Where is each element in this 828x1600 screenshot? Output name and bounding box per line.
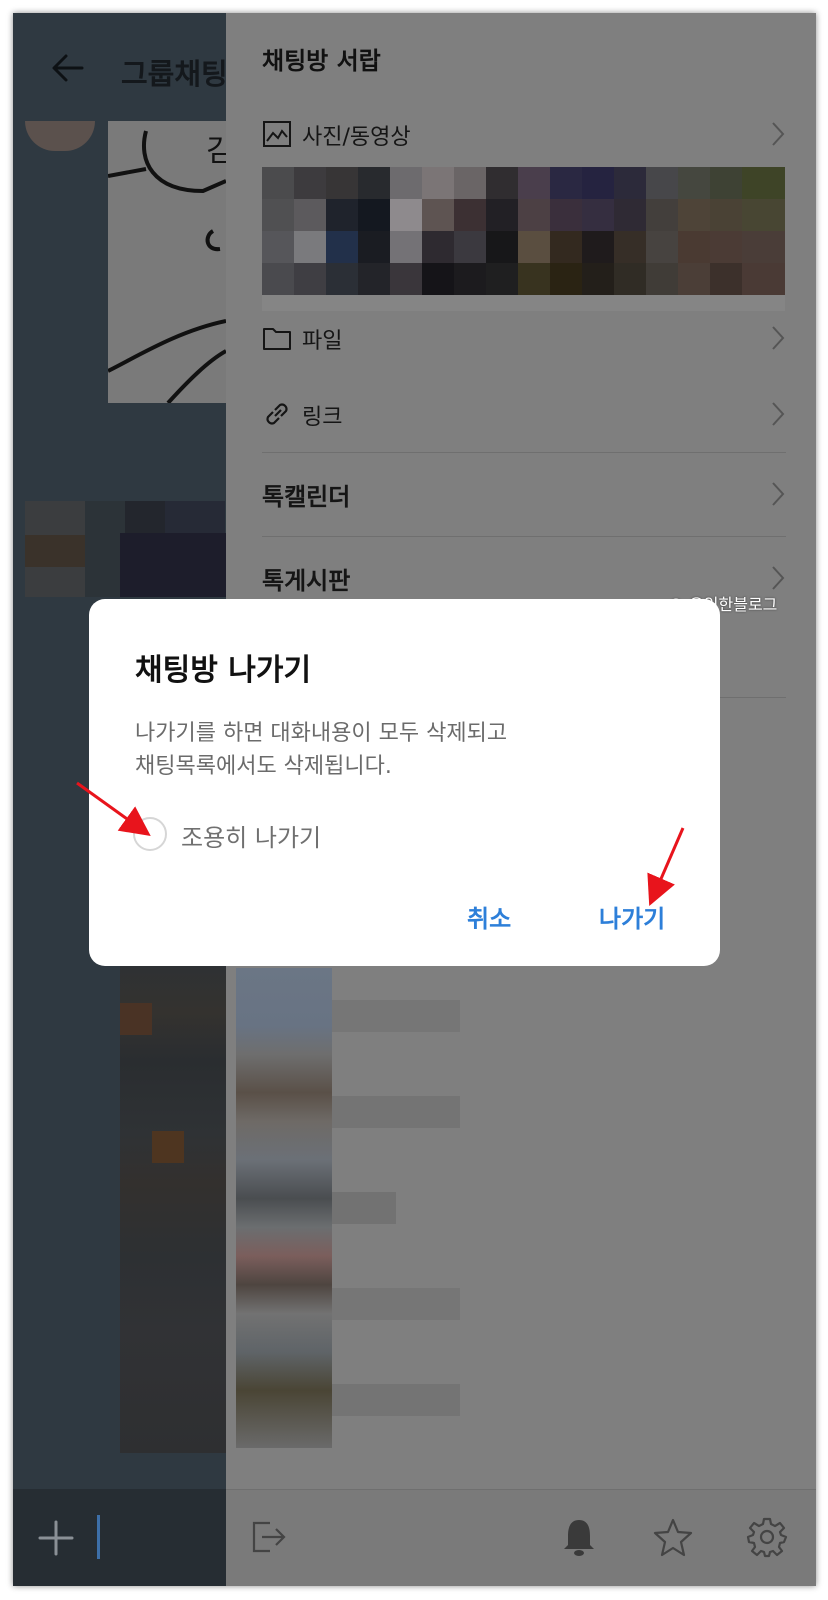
leave-chat-dialog: 채팅방 나가기 나가기를 하면 대화내용이 모두 삭제되고 채팅목록에서도 삭제… [89,599,720,966]
chevron-right-icon [772,482,785,506]
drawer-item-photos[interactable]: 사진/동영상 [262,107,786,163]
chevron-right-icon [772,566,785,590]
blurred-member-list [332,1288,460,1320]
chat-title: 그룹채팅 [121,57,226,91]
chevron-right-icon [772,122,785,146]
dialog-message: 나가기를 하면 대화내용이 모두 삭제되고 채팅목록에서도 삭제됩니다. [135,717,507,783]
drawer-item-label: 파일 [302,329,343,354]
blurred-message [120,533,226,597]
quiet-leave-radio[interactable] [133,817,167,851]
link-icon [266,403,288,425]
cancel-button[interactable]: 취소 [467,899,511,934]
blurred-message [120,963,226,1453]
drawer-bottom-bar [226,1489,816,1586]
image-icon [263,121,291,147]
bell-icon[interactable] [558,1516,600,1558]
dialog-title: 채팅방 나가기 [135,653,312,688]
drawer-item-label: 톡캘린더 [262,483,351,511]
text-cursor[interactable] [97,1515,100,1559]
media-thumbnail-strip[interactable] [262,167,785,311]
drawer-item-talk-calendar[interactable]: 톡캘린더 [262,467,786,523]
avatar[interactable] [25,121,95,151]
dialog-message-line: 채팅목록에서도 삭제됩니다. [135,754,392,779]
leave-button[interactable]: 나가기 [599,899,665,934]
drawer-item-label: 링크 [302,405,343,430]
chat-input-bar [13,1489,226,1586]
chevron-right-icon [772,402,785,426]
exit-icon[interactable] [248,1516,290,1558]
star-icon[interactable] [652,1516,694,1558]
chat-sticker-image[interactable]: 김 [108,121,226,403]
sticker-text: 김 [206,134,226,169]
plus-icon[interactable] [37,1519,75,1557]
folder-icon [263,328,291,350]
blurred-message [25,535,85,567]
blurred-member-list [236,968,332,1448]
chevron-right-icon [772,326,785,350]
blurred-member-list [332,1000,460,1032]
blurred-message [152,1131,184,1163]
divider [262,452,786,453]
quiet-leave-label[interactable]: 조용히 나가기 [181,818,321,853]
drawer-item-links[interactable]: 링크 [262,387,786,443]
blurred-message [120,1003,152,1035]
back-arrow-icon[interactable] [49,49,87,87]
divider [262,536,786,537]
blurred-member-list [332,1192,396,1224]
drawer-item-files[interactable]: 파일 [262,311,786,367]
blurred-member-list [332,1384,460,1416]
drawer-title: 채팅방 서랍 [262,47,381,75]
drawer-item-label: 톡게시판 [262,567,351,595]
blurred-member-list [332,1096,460,1128]
dialog-message-line: 나가기를 하면 대화내용이 모두 삭제되고 [135,721,508,746]
chat-header: 그룹채팅 [13,13,226,118]
screen-frame: 그룹채팅 김 채팅방 서랍 사진/동영상 파일 링크 톡캘린더 톡게시판 © 유… [13,13,816,1586]
drawer-item-label: 사진/동영상 [302,125,411,150]
gear-icon[interactable] [746,1516,788,1558]
